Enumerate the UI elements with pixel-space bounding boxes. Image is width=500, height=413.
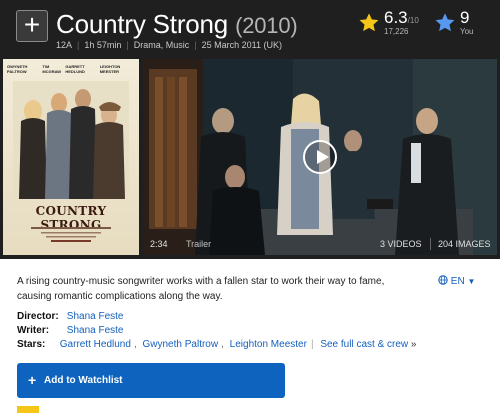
rating-value: 6.3/10 <box>384 8 419 27</box>
play-icon[interactable] <box>303 140 337 174</box>
page-title: Country Strong (2010) <box>56 9 298 40</box>
runtime: 1h 57min <box>84 40 122 50</box>
partial-bottom-badge <box>17 406 39 413</box>
full-cast-link[interactable]: See full cast & crew <box>320 339 408 350</box>
videos-link[interactable]: 3 VIDEOS <box>380 239 422 249</box>
stars-label: Stars: <box>17 339 46 350</box>
media-divider <box>430 238 431 250</box>
writer-label: Writer: <box>17 325 50 336</box>
movie-year[interactable]: (2010) <box>235 13 298 38</box>
title-bar: + Country Strong (2010) 12A | 1h 57min | Dra… <box>0 0 500 52</box>
stars-row: Stars: Garrett Hedlund, Gwyneth Paltrow,… <box>17 339 417 350</box>
poster-cast: GWYNETH PALTROW TIM MCGRAW GARRETT HEDLU… <box>7 64 121 74</box>
certificate: 12A <box>56 40 73 50</box>
star-link[interactable]: Gwyneth Paltrow <box>143 339 219 350</box>
user-rating-value: 9 <box>460 8 470 27</box>
plus-icon: + <box>28 372 37 388</box>
plot-summary: A rising country-music songwriter works … <box>17 276 385 302</box>
watchlist-label: Add to Watchlist <box>44 375 123 386</box>
director-label: Director: <box>17 311 59 322</box>
plus-icon: + <box>23 9 41 40</box>
title-meta: 12A | 1h 57min | Drama, Music | 25 March 2011 … <box>56 40 282 50</box>
writer-link[interactable]: Shana Feste <box>67 325 124 336</box>
chevron-right-icon: » <box>410 339 417 350</box>
star-link[interactable]: Garrett Hedlund <box>60 339 131 350</box>
director-row: Director: Shana Feste <box>17 311 487 322</box>
images-link[interactable]: 204 IMAGES <box>438 239 491 249</box>
writer-row: Writer: Shana Feste <box>17 325 487 336</box>
release-date[interactable]: 25 March 2011 (UK) <box>202 40 282 50</box>
poster-credits-block <box>31 227 111 242</box>
movie-title: Country Strong <box>56 9 229 39</box>
language-selector[interactable]: EN ▼ <box>438 275 475 287</box>
star-link[interactable]: Leighton Meester <box>230 339 307 350</box>
rating-count: 17,226 <box>384 27 409 36</box>
video-duration: 2:34 <box>150 239 168 249</box>
add-to-watchlist-button[interactable]: + Add to Watchlist <box>17 363 285 398</box>
chevron-down-icon: ▼ <box>467 277 476 286</box>
video-type: Trailer <box>186 239 212 249</box>
add-to-list-button[interactable]: + <box>16 10 48 42</box>
genres[interactable]: Drama, Music <box>134 40 190 50</box>
poster-figures <box>13 81 129 199</box>
language-label: EN <box>450 276 465 287</box>
globe-icon <box>438 275 448 285</box>
movie-poster[interactable]: GWYNETH PALTROW TIM MCGRAW GARRETT HEDLU… <box>3 59 139 255</box>
user-rating-label: You <box>460 27 474 36</box>
star-icon <box>359 13 379 32</box>
director-link[interactable]: Shana Feste <box>67 311 124 322</box>
user-star-icon <box>435 13 455 32</box>
